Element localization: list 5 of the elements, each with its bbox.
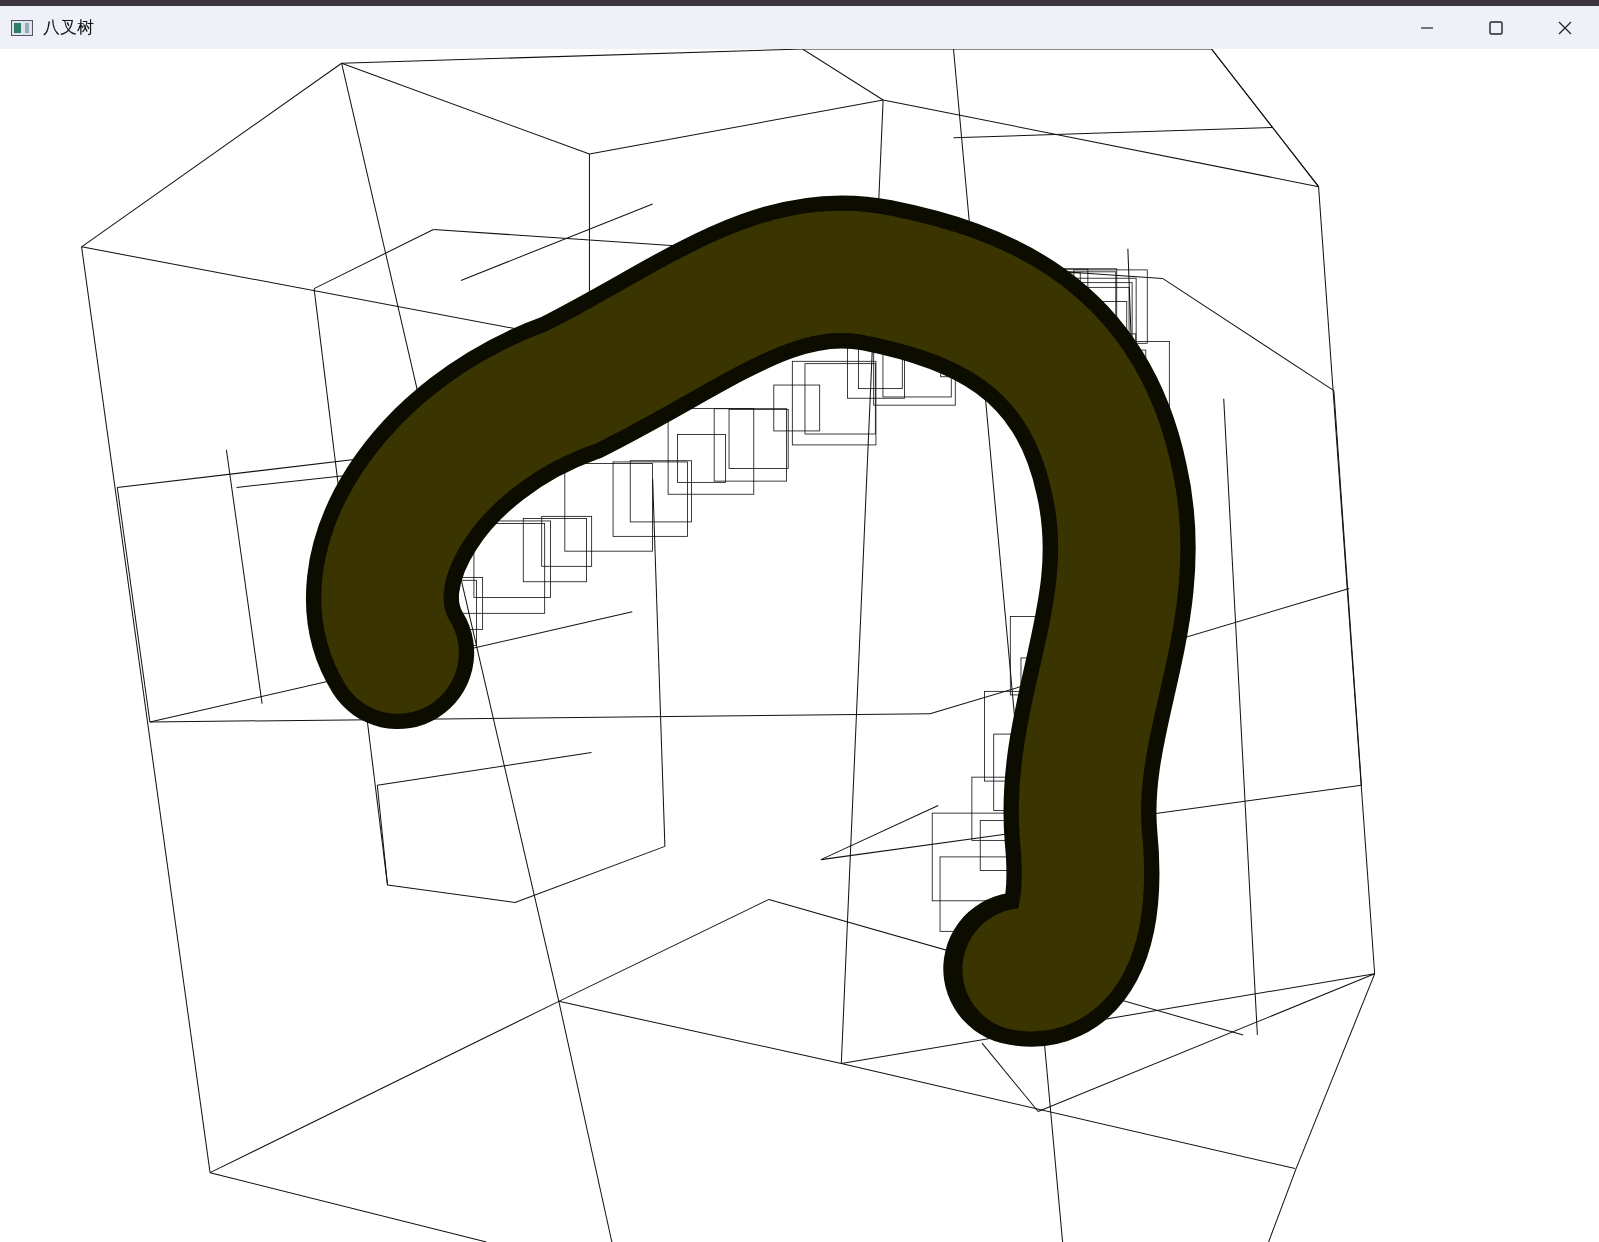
close-icon [1556,19,1573,36]
window-title: 八叉树 [43,16,94,39]
app-icon [11,19,33,36]
minimize-icon [1419,26,1434,29]
maximize-icon [1487,19,1504,36]
